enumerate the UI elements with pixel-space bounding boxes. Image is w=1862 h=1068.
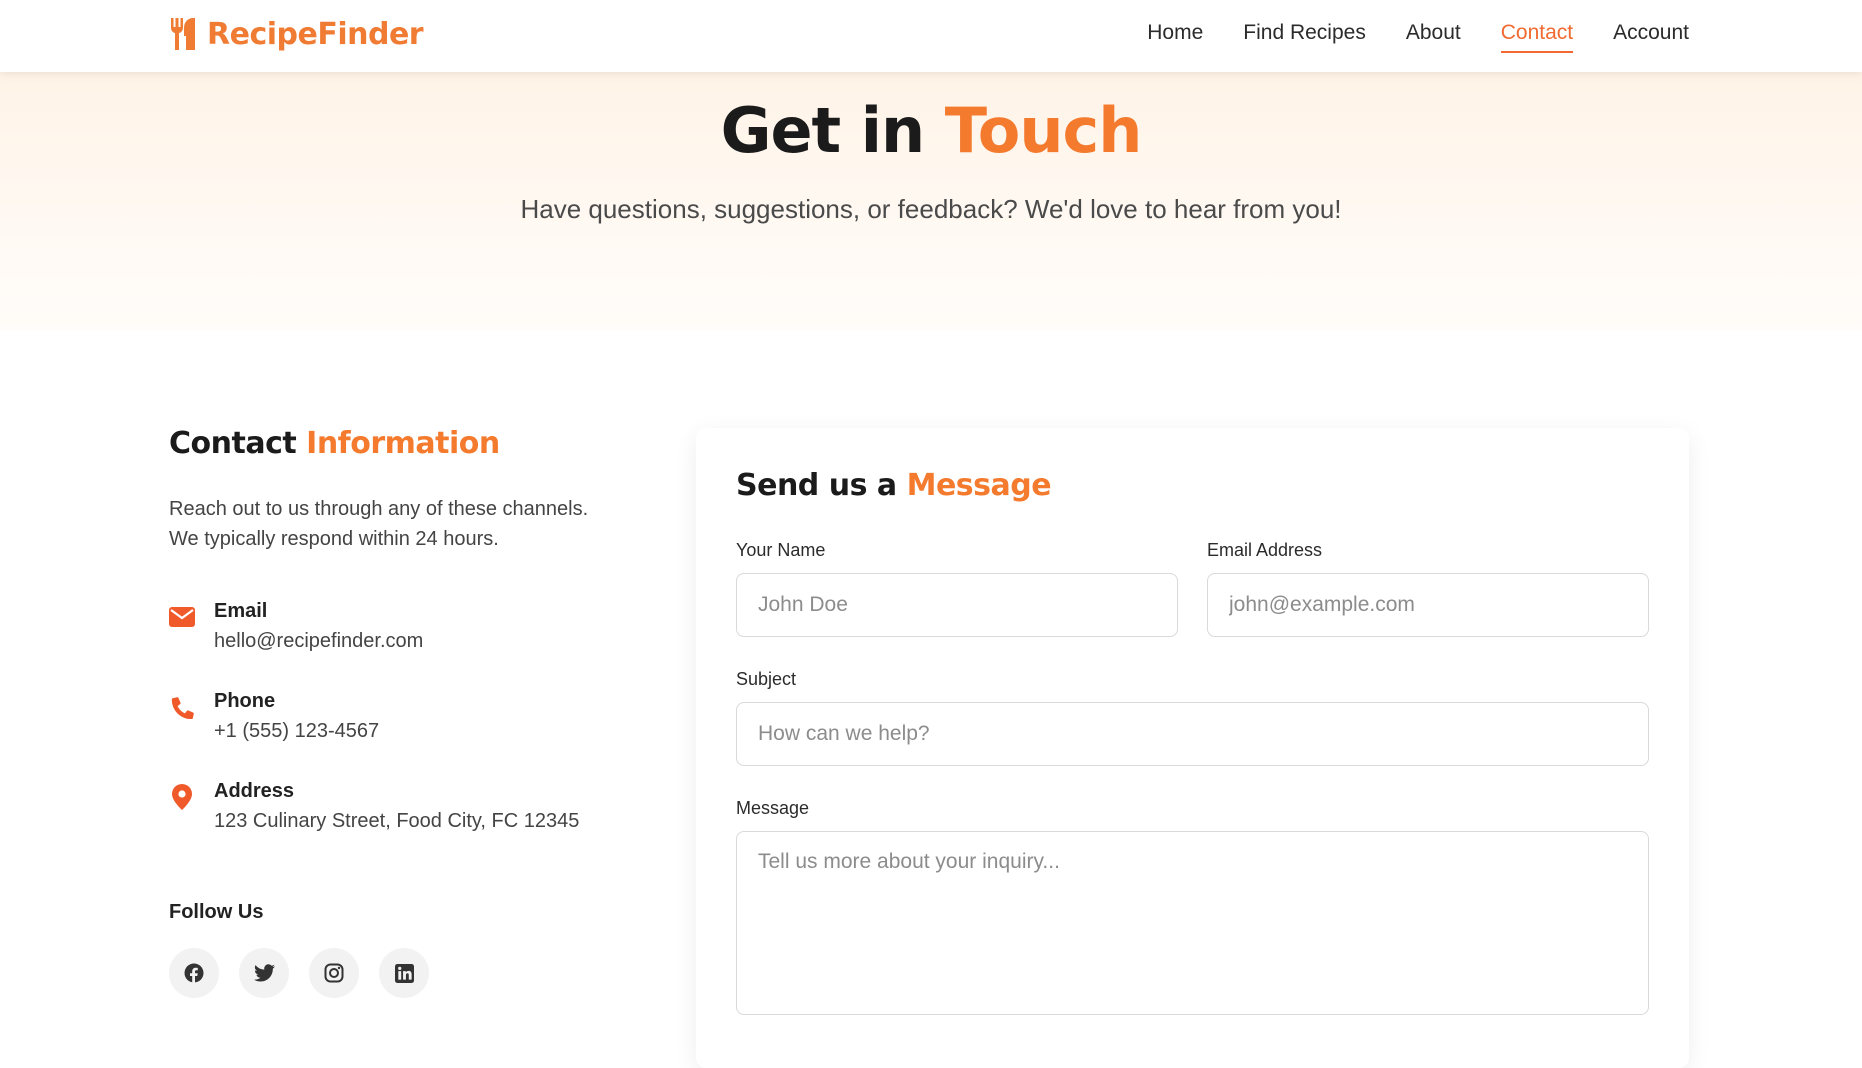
phone-label: Phone xyxy=(214,690,276,712)
map-pin-icon xyxy=(169,784,195,810)
email-address-label: Email Address xyxy=(1207,540,1323,560)
contact-info-intro: Reach out to us through any of these cha… xyxy=(169,494,649,554)
nav-home[interactable]: Home xyxy=(1147,13,1203,53)
nav-about[interactable]: About xyxy=(1406,13,1461,53)
subject-label: Subject xyxy=(736,669,797,689)
utensils-icon xyxy=(169,17,197,51)
follow-us-label: Follow Us xyxy=(169,901,264,923)
address-value: 123 Culinary Street, Food City, FC 12345 xyxy=(214,810,580,832)
phone-value[interactable]: +1 (555) 123-4567 xyxy=(214,720,379,743)
linkedin-icon[interactable] xyxy=(379,948,429,998)
nav-find-recipes[interactable]: Find Recipes xyxy=(1243,13,1366,53)
name-input[interactable] xyxy=(736,573,1178,637)
contact-info-heading-accent: Information xyxy=(306,426,500,461)
form-heading: Send us a Message xyxy=(736,468,1052,503)
brand-name: RecipeFinder xyxy=(207,16,424,52)
phone-icon xyxy=(169,694,195,720)
facebook-icon[interactable] xyxy=(169,948,219,998)
address-label: Address xyxy=(214,780,295,802)
nav-contact[interactable]: Contact xyxy=(1500,13,1574,53)
subject-input[interactable] xyxy=(736,702,1649,766)
name-label: Your Name xyxy=(736,540,826,560)
contact-info-intro-line1: Reach out to us through any of these cha… xyxy=(169,498,589,520)
social-links xyxy=(169,948,449,998)
message-textarea[interactable] xyxy=(736,831,1649,1015)
page-subtitle: Have questions, suggestions, or feedback… xyxy=(520,194,1342,224)
contact-info-intro-line2: We typically respond within 24 hours. xyxy=(169,528,499,550)
twitter-icon[interactable] xyxy=(239,948,289,998)
envelope-icon xyxy=(169,604,195,630)
email-value[interactable]: hello@recipefinder.com xyxy=(214,630,423,653)
main-nav: Home Find Recipes About Contact Account xyxy=(1107,0,1689,66)
message-form-card: Send us a Message Your Name Email Addres… xyxy=(696,428,1689,1068)
form-heading-plain: Send us a xyxy=(736,468,897,503)
page-title-plain: Get in xyxy=(720,94,926,167)
logo[interactable]: RecipeFinder xyxy=(169,14,424,54)
form-heading-accent: Message xyxy=(906,468,1052,503)
site-header: RecipeFinder Home Find Recipes About Con… xyxy=(0,0,1862,72)
contact-info-heading-plain: Contact xyxy=(169,426,297,461)
email-input[interactable] xyxy=(1207,573,1649,637)
page-title: Get in Touch xyxy=(0,94,1862,167)
hero-section: Get in Touch Have questions, suggestions… xyxy=(0,72,1862,330)
nav-account[interactable]: Account xyxy=(1613,13,1689,53)
email-label: Email xyxy=(214,600,268,622)
message-label: Message xyxy=(736,798,810,818)
page-title-accent: Touch xyxy=(944,94,1143,167)
contact-info-heading: Contact Information xyxy=(169,426,649,461)
contact-information: Contact Information Reach out to us thro… xyxy=(169,426,649,998)
instagram-icon[interactable] xyxy=(309,948,359,998)
